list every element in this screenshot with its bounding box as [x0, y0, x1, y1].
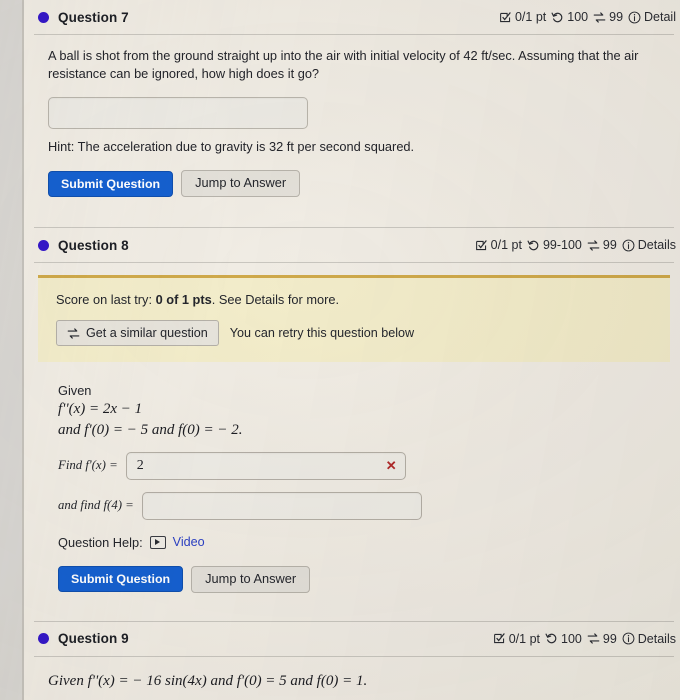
given-label: Given — [58, 383, 92, 399]
question-8-title: Question 8 — [58, 237, 129, 253]
details-link[interactable]: Details — [622, 238, 676, 252]
find-f4-input[interactable] — [141, 491, 422, 520]
question-8-field-row-1: Find f'(x) = 2 ✕ — [48, 451, 666, 480]
info-circle-icon — [622, 632, 635, 645]
question-block-9: Question 9 0/1 pt 100 99 Details Given f… — [24, 620, 680, 700]
question-9-header: Question 9 0/1 pt 100 99 Details — [24, 622, 680, 656]
swap-arrows-icon — [67, 327, 80, 339]
attempts-value: 100 — [567, 10, 589, 24]
find-fprime-input[interactable]: 2 ✕ — [125, 451, 406, 480]
get-similar-question-button[interactable]: Get a similar question — [56, 320, 219, 347]
find-f4-label: and find f(4) = — [58, 498, 134, 513]
incorrect-mark-icon: ✕ — [385, 457, 397, 473]
details-link[interactable]: Detail — [628, 10, 676, 24]
retries-indicator: 99 — [587, 632, 617, 646]
question-7-prompt: A ball is shot from the ground straight … — [48, 48, 639, 82]
find-fprime-value: 2 — [136, 457, 144, 473]
retry-alert-actions: Get a similar question You can retry thi… — [56, 320, 654, 347]
attempts-indicator: 100 — [551, 10, 588, 24]
get-similar-question-label: Get a similar question — [86, 326, 208, 341]
points-value: 0/1 pt — [508, 631, 541, 646]
question-9-title: Question 9 — [58, 631, 129, 647]
checkbox-icon — [493, 633, 505, 644]
assignment-page: Question 7 0/1 pt 100 99 Detail A ball i… — [0, 0, 680, 700]
retries-indicator: 99 — [587, 238, 617, 252]
question-9-body: Given f''(x) = − 16 sin(4x) and f'(0) = … — [24, 657, 680, 700]
swap-arrows-icon — [587, 239, 600, 251]
retries-value: 99 — [602, 631, 617, 646]
score-value: 0 of 1 pts — [155, 292, 212, 308]
points-value: 0/1 pt — [514, 10, 547, 24]
jump-to-answer-button-8[interactable]: Jump to Answer — [191, 565, 311, 593]
points-indicator: 0/1 pt — [493, 632, 540, 646]
attempts-value: 99-100 — [542, 238, 582, 253]
checkbox-icon — [475, 239, 487, 250]
question-8-buttons: Submit Question Jump to Answer — [48, 565, 666, 593]
undo-retry-icon — [545, 633, 557, 644]
question-7-header: Question 7 0/1 pt 100 99 Detail — [24, 0, 680, 34]
question-7-hint: Hint: The acceleration due to gravity is… — [48, 139, 415, 155]
question-status-dot-icon — [38, 11, 49, 23]
given-equation-line-1: f''(x) = 2x − 1 — [58, 401, 143, 418]
submit-question-button-7[interactable]: Submit Question — [48, 170, 174, 197]
info-circle-icon — [628, 11, 641, 23]
points-value: 0/1 pt — [490, 238, 522, 253]
questions-content: Question 7 0/1 pt 100 99 Detail A ball i… — [24, 0, 680, 700]
info-circle-icon — [622, 239, 635, 252]
points-indicator: 0/1 pt — [475, 238, 522, 252]
question-7-buttons: Submit Question Jump to Answer — [48, 170, 666, 198]
question-8-body: Given f''(x) = 2x − 1 and f'(0) = − 5 an… — [24, 362, 680, 597]
question-block-8: Question 8 0/1 pt 99-100 99 Details Scor… — [24, 227, 680, 597]
question-block-7: Question 7 0/1 pt 100 99 Detail A ball i… — [24, 0, 680, 201]
question-8-header: Question 8 0/1 pt 99-100 99 Details — [24, 228, 680, 262]
question-8-meta: 0/1 pt 99-100 99 Details — [475, 238, 676, 252]
undo-retry-icon — [551, 12, 563, 22]
question-status-dot-icon — [38, 239, 49, 251]
jump-to-answer-button-7[interactable]: Jump to Answer — [181, 170, 301, 198]
question-8-field-row-2: and find f(4) = — [48, 491, 666, 520]
swap-arrows-icon — [587, 633, 600, 644]
video-help-link[interactable]: Video — [173, 535, 205, 549]
details-label: Detail — [644, 10, 676, 24]
question-8-given: Given f''(x) = 2x − 1 and f'(0) = − 5 an… — [48, 382, 666, 440]
question-7-body: A ball is shot from the ground straight … — [24, 35, 680, 201]
question-9-given: Given f''(x) = − 16 sin(4x) and f'(0) = … — [48, 672, 368, 689]
submit-question-button-8[interactable]: Submit Question — [58, 566, 184, 593]
checkbox-icon — [500, 11, 511, 22]
swap-arrows-icon — [593, 11, 606, 23]
attempts-value: 100 — [561, 631, 582, 646]
retries-indicator: 99 — [593, 10, 623, 24]
undo-retry-icon — [527, 240, 539, 250]
retry-note: You can retry this question below — [229, 326, 415, 341]
details-label: Details — [637, 631, 676, 646]
retries-value: 99 — [609, 10, 624, 24]
score-prefix: Score on last try: — [56, 292, 156, 308]
retry-alert-box: Score on last try: 0 of 1 pts. See Detai… — [38, 275, 670, 363]
question-8-help-row: Question Help: Video — [48, 535, 666, 550]
question-status-dot-icon — [38, 633, 49, 645]
score-suffix: . See Details for more. — [211, 292, 340, 308]
retries-value: 99 — [602, 238, 617, 253]
given-equation-line-2: and f'(0) = − 5 and f(0) = − 2. — [58, 421, 243, 438]
attempts-indicator: 100 — [545, 632, 582, 646]
question-7-answer-input[interactable] — [48, 97, 308, 130]
question-7-title: Question 7 — [58, 9, 129, 25]
find-fprime-label: Find f'(x) = — [58, 458, 118, 473]
score-on-last-try-text: Score on last try: 0 of 1 pts. See Detai… — [56, 292, 654, 307]
video-play-icon — [149, 535, 166, 549]
question-8-divider — [34, 262, 674, 264]
points-indicator: 0/1 pt — [499, 10, 546, 24]
question-9-meta: 0/1 pt 100 99 Details — [493, 632, 676, 646]
details-label: Details — [637, 238, 676, 253]
left-page-gutter — [0, 0, 22, 700]
question-help-label: Question Help: — [58, 534, 143, 550]
details-link[interactable]: Details — [622, 632, 676, 646]
attempts-indicator: 99-100 — [527, 238, 582, 252]
question-7-meta: 0/1 pt 100 99 Detail — [499, 10, 676, 24]
